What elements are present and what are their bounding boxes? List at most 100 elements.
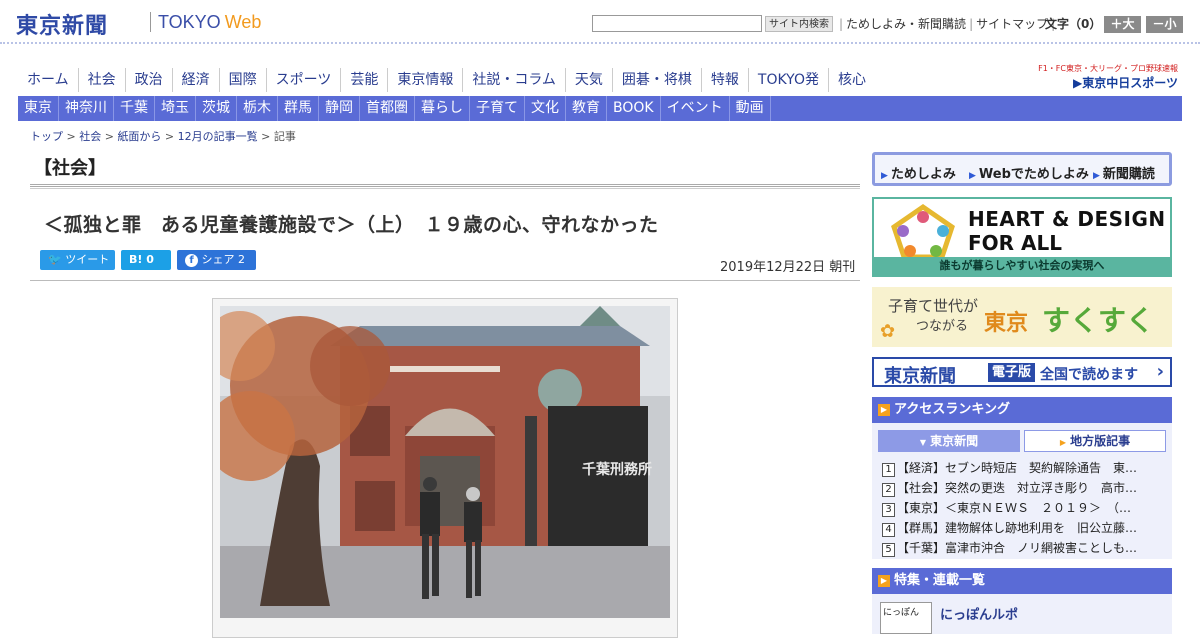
region-kosodate[interactable]: 子育て [470, 96, 525, 121]
breadcrumb-top[interactable]: トップ [30, 130, 63, 143]
ranking-tab-tokyo[interactable]: ▼ 東京新聞 [878, 430, 1020, 452]
rank-number: 5 [882, 543, 895, 557]
ranking-item[interactable]: 1 【経済】セブン時短店 契約解除通告 東… [882, 460, 1166, 477]
header-link-trial-subscribe[interactable]: ためしよみ・新聞購読 [846, 17, 966, 31]
region-book[interactable]: BOOK [607, 96, 661, 121]
hatena-bookmark-button[interactable]: B! 0 [121, 250, 171, 270]
site-header: 東京新聞 TOKYO Web サイト内検索 | ためしよみ・新聞購読 | サイトマップ |… [0, 0, 1200, 44]
ranking-item[interactable]: 3 【東京】＜東京ＮＥＷＳ ２０１９＞ （… [882, 500, 1166, 517]
sidebar-link-subscribe[interactable]: ▶ 新聞購読 [1093, 163, 1155, 182]
arrow-box-icon: ▶ [878, 575, 890, 587]
region-event[interactable]: イベント [661, 96, 730, 121]
triangle-icon: ▶ [969, 171, 976, 181]
heart-design-title: HEART & DESIGN [968, 207, 1166, 231]
feature-thumbnail[interactable]: にっぽん [880, 602, 932, 634]
sukusuku-line1: 子育て世代が [888, 297, 979, 315]
chunichi-sports-link[interactable]: F1・FC東京・大リーグ・プロ野球速報 ▶東京中日スポーツ [1026, 64, 1178, 92]
section-title: 【社会】 [34, 158, 106, 179]
header-link-divider: | [839, 17, 844, 31]
epaper-banner[interactable]: 東京新聞 電子版 全国で読めます › [872, 357, 1172, 387]
heart-design-banner[interactable]: HEART & DESIGN FOR ALL 誰もが暮らしやすい社会の実現へ [872, 197, 1172, 277]
nav-kakushin[interactable]: 核心 [829, 68, 875, 92]
nav-entertainment[interactable]: 芸能 [341, 68, 389, 92]
ranking-title: アクセスランキング [894, 402, 1010, 417]
nav-editorial-column[interactable]: 社説・コラム [463, 68, 566, 92]
ranking-item[interactable]: 5 【千葉】富津市沖合 ノリ網被害ことしも… [882, 540, 1166, 557]
sidebar-link-web-trial[interactable]: ▶ Webでためしよみ [969, 163, 1089, 182]
font-smaller-button[interactable]: －小 [1146, 16, 1183, 33]
nav-home[interactable]: ホーム [18, 68, 79, 92]
triangle-icon: ▶ [1093, 171, 1100, 181]
nav-politics[interactable]: 政治 [126, 68, 173, 92]
header-link-sitemap[interactable]: サイトマップ [976, 17, 1048, 31]
ranking-item[interactable]: 4 【群馬】建物解体し跡地利用を 旧公立藤… [882, 520, 1166, 537]
ranking-item[interactable]: 2 【社会】突然の更迭 対立浮き彫り 高市… [882, 480, 1166, 497]
region-saitama[interactable]: 埼玉 [155, 96, 196, 121]
breadcrumb-from-paper[interactable]: 紙面から [117, 130, 161, 143]
nav-tokyo-info[interactable]: 東京情報 [388, 68, 464, 92]
heart-design-subtitle: FOR ALL [968, 231, 1062, 255]
region-kanagawa[interactable]: 神奈川 [59, 96, 114, 121]
logo-web-text: Web [224, 12, 262, 32]
nav-tokuho[interactable]: 特報 [702, 68, 749, 92]
breadcrumb-december-list[interactable]: 12月の記事一覧 [178, 130, 258, 143]
region-video[interactable]: 動画 [730, 96, 771, 121]
article-photo[interactable]: 千葉刑務所 [220, 306, 670, 618]
region-tokyo[interactable]: 東京 [18, 96, 59, 121]
header-links: | ためしよみ・新聞購読 | サイトマップ | [836, 16, 1058, 32]
sukusuku-tokyo: 東京 [984, 311, 1029, 336]
sukusuku-line2: つながる [916, 319, 969, 334]
font-bigger-button[interactable]: ＋大 [1104, 16, 1141, 33]
rank-number: 2 [882, 483, 895, 497]
search-input[interactable] [592, 15, 762, 32]
main-nav: ホーム 社会 政治 経済 国際 スポーツ 芸能 東京情報 社説・コラム 天気 囲碁・将棋 特報 TOKY… [18, 68, 875, 92]
nav-sports[interactable]: スポーツ [267, 68, 342, 92]
feature-item-title[interactable]: にっぽんルポ [940, 604, 1018, 623]
ranking-tab-local-label: 地方版記事 [1070, 434, 1131, 448]
subscribe-links-box: ▶ ためしよみ ▶ Webでためしよみ ▶ 新聞購読 [872, 152, 1172, 186]
nav-weather[interactable]: 天気 [566, 68, 613, 92]
triangle-icon: ▶ [881, 171, 888, 181]
features-box: にっぽん にっぽんルポ [872, 594, 1172, 634]
sidebar-link-trial[interactable]: ▶ ためしよみ [881, 163, 956, 182]
region-kyoiku[interactable]: 教育 [566, 96, 607, 121]
sidebar-link-subscribe-label: 新聞購読 [1102, 167, 1155, 182]
rank-text: 【群馬】建物解体し跡地利用を 旧公立藤… [897, 521, 1138, 535]
region-tochigi[interactable]: 栃木 [237, 96, 278, 121]
epaper-badge: 電子版 [988, 363, 1036, 382]
twitter-bird-icon: 🐦 [48, 253, 62, 266]
article-date: 2019年12月22日 朝刊 [720, 260, 856, 275]
facebook-share-button[interactable]: f シェア 2 [177, 250, 256, 270]
chevron-right-icon: › [1156, 361, 1164, 382]
breadcrumb-society[interactable]: 社会 [79, 130, 101, 143]
epaper-text: 全国で読めます [1040, 367, 1138, 383]
nav-international[interactable]: 国際 [220, 68, 267, 92]
tokyo-sukusuku-banner[interactable]: 子育て世代が つながる ✿ 東京 すくすく [872, 287, 1172, 347]
nav-society[interactable]: 社会 [79, 68, 126, 92]
nav-economy[interactable]: 経済 [173, 68, 220, 92]
sidebar-link-web-trial-label: Webでためしよみ [978, 167, 1089, 182]
tweet-button[interactable]: 🐦 ツイート [40, 250, 115, 270]
features-title: 特集・連載一覧 [894, 573, 986, 588]
triangle-icon: ▶ [1059, 438, 1067, 447]
region-shutoken[interactable]: 首都圏 [360, 96, 415, 121]
article-headline: ＜孤独と罪 ある児童養護施設で＞（上） １９歳の心、守れなかった [44, 214, 659, 236]
site-logo-english[interactable]: TOKYO Web [158, 12, 261, 33]
hatena-label: B! 0 [129, 253, 154, 266]
search-button[interactable]: サイト内検索 [765, 16, 833, 32]
nav-go-shogi[interactable]: 囲碁・将棋 [613, 68, 702, 92]
region-gunma[interactable]: 群馬 [278, 96, 319, 121]
region-shizuoka[interactable]: 静岡 [319, 96, 360, 121]
region-bunka[interactable]: 文化 [525, 96, 566, 121]
region-nav: 東京 神奈川 千葉 埼玉 茨城 栃木 群馬 静岡 首都圏 暮らし 子育て 文化 … [18, 96, 1182, 121]
ranking-tab-local[interactable]: ▶ 地方版記事 [1024, 430, 1166, 452]
ranking-tab-tokyo-label: 東京新聞 [930, 434, 979, 448]
region-ibaraki[interactable]: 茨城 [196, 96, 237, 121]
sidebar-link-trial-label: ためしよみ [890, 167, 956, 182]
site-logo[interactable]: 東京新聞 [16, 8, 108, 40]
rank-text: 【千葉】富津市沖合 ノリ網被害ことしも… [897, 541, 1138, 555]
region-kurashi[interactable]: 暮らし [415, 96, 470, 121]
logo-separator [150, 12, 151, 32]
nav-tokyo-hatsu[interactable]: TOKYO発 [749, 68, 829, 92]
region-chiba[interactable]: 千葉 [114, 96, 155, 121]
